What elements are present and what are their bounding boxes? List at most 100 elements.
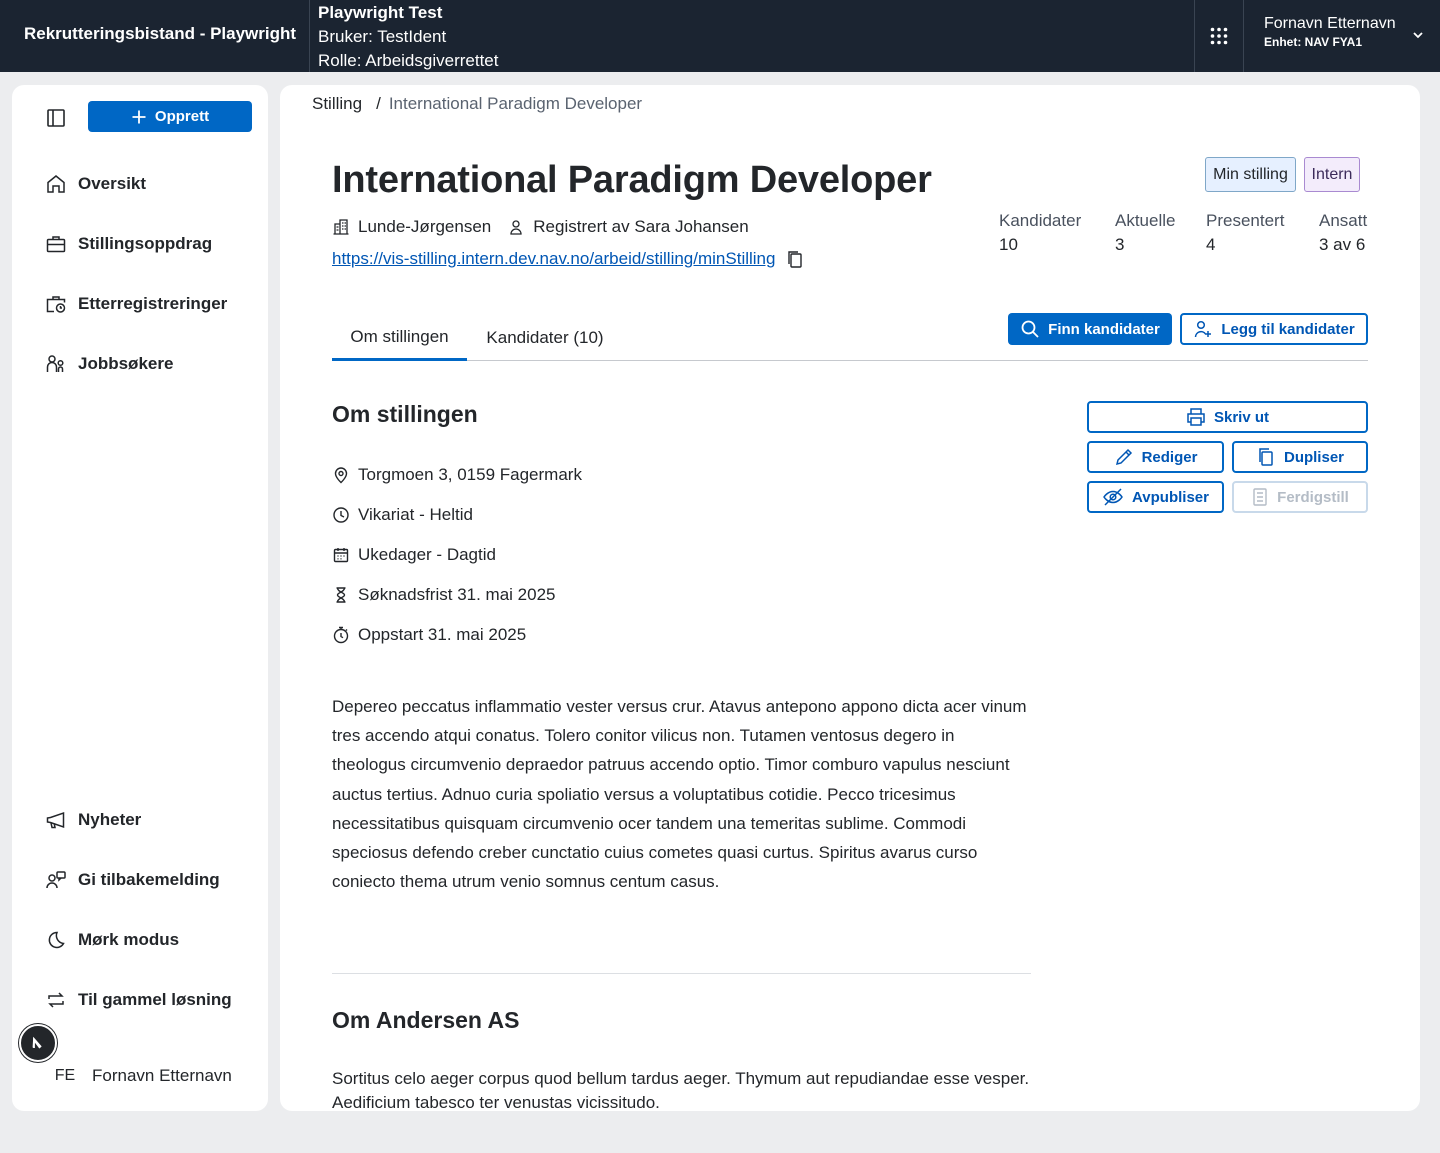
sidebar-item-label: Etterregistreringer (78, 294, 228, 313)
user-menu-button[interactable]: Fornavn Etternavn Enhet: NAV FYA1 (1264, 15, 1396, 49)
sidebar-item-tilbakemelding[interactable]: Gi tilbakemelding (44, 865, 220, 895)
stat-label: Aktuelle (1115, 211, 1176, 230)
breadcrumb-root-link[interactable]: Stilling (312, 94, 362, 113)
add-candidates-button[interactable]: Legg til kandidater (1180, 313, 1368, 345)
sidebar-item-label: Til gammel løsning (78, 990, 232, 1009)
divider (1243, 0, 1244, 72)
company-description: Sortitus celo aeger corpus quod bellum t… (332, 1069, 1030, 1111)
fact-work-time: Ukedager - Dagtid (332, 545, 496, 565)
divider (309, 0, 310, 72)
arrow-up-right-icon (32, 1036, 42, 1049)
stat-value: 4 (1206, 235, 1216, 254)
complete-label: Ferdigstill (1277, 488, 1349, 506)
sidebar-item-nyheter[interactable]: Nyheter (44, 805, 141, 835)
person-chat-icon (46, 871, 66, 889)
sidebar-item-label: Stillingsoppdrag (78, 234, 213, 253)
app-title[interactable]: Rekrutteringsbistand - Playwright (24, 24, 296, 44)
location-pin-icon (334, 467, 348, 484)
sidebar-panel-icon (47, 109, 65, 127)
create-button-label: Opprett (154, 108, 210, 125)
sidebar-item-jobbsokere[interactable]: Jobbsøkere (44, 349, 173, 379)
sidebar-user-name: Fornavn Etternavn (92, 1066, 232, 1085)
breadcrumb: Stilling / International Paradigm Develope… (312, 94, 642, 114)
tag-min-stilling: Min stilling (1205, 157, 1296, 192)
unpublish-button[interactable]: Avpubliser (1087, 481, 1224, 513)
floating-action-button[interactable] (19, 1024, 57, 1062)
house-icon (47, 175, 65, 193)
stat-kandidater: Kandidater 10 (999, 209, 1081, 257)
employer-name: Lunde-Jørgensen (358, 217, 492, 236)
edit-label: Rediger (1141, 448, 1198, 466)
pencil-icon (1115, 448, 1132, 466)
fact-text: Søknadsfrist 31. mai 2025 (358, 585, 556, 604)
tab-kandidater[interactable]: Kandidater (10) (467, 315, 623, 360)
registered-by-text: Registrert av Sara Johansen (533, 217, 749, 236)
fact-text: Oppstart 31. mai 2025 (358, 625, 527, 644)
unpublish-label: Avpubliser (1132, 488, 1209, 506)
copy-icon[interactable] (785, 249, 805, 269)
environment-user: Bruker: TestIdent (318, 27, 447, 46)
print-button[interactable]: Skriv ut (1087, 401, 1368, 433)
job-meta: Lunde-Jørgensen Registrert av Sara Johan… (332, 217, 765, 237)
top-bar: Rekrutteringsbistand - Playwright Playwr… (0, 0, 1440, 72)
checklist-icon (1253, 488, 1267, 506)
sidebar-item-gammel-losning[interactable]: Til gammel løsning (44, 985, 232, 1015)
eye-slash-icon (1103, 488, 1123, 506)
job-url-link[interactable]: https://vis-stilling.intern.dev.nav.no/a… (332, 249, 775, 269)
stat-label: Kandidater (999, 211, 1082, 230)
stat-value: 10 (999, 235, 1018, 254)
find-candidates-button[interactable]: Finn kandidater (1008, 313, 1172, 345)
environment-info: Playwright Test Bruker: TestIdent Rolle:… (318, 1, 498, 73)
tag-intern: Intern (1304, 157, 1360, 192)
sidebar-user[interactable]: FE Fornavn Etternavn (52, 1065, 232, 1087)
briefcase-icon (46, 236, 66, 253)
fact-deadline: Søknadsfrist 31. mai 2025 (332, 585, 555, 605)
complete-button[interactable]: Ferdigstill (1232, 481, 1368, 513)
company-heading: Om Andersen AS (332, 1007, 520, 1033)
registered-by: Registrert av Sara Johansen (507, 217, 749, 237)
sidebar-item-label: Jobbsøkere (78, 354, 174, 373)
stat-ansatt: Ansatt 3 av 6 (1319, 209, 1367, 257)
stopwatch-icon (333, 626, 349, 644)
add-candidates-label: Legg til kandidater (1221, 320, 1355, 338)
plus-icon (132, 110, 146, 123)
employer: Lunde-Jørgensen (332, 217, 491, 237)
fact-employment-type: Vikariat - Heltid (332, 505, 473, 525)
calendar-icon (333, 548, 349, 563)
search-icon (1021, 320, 1039, 338)
create-button[interactable]: Opprett (88, 101, 252, 132)
fact-text: Ukedager - Dagtid (358, 545, 496, 564)
stat-value: 3 av 6 (1319, 235, 1366, 254)
divider (332, 973, 1031, 974)
sidebar-item-etterregistreringer[interactable]: Etterregistreringer (44, 289, 227, 319)
stat-presentert: Presentert 4 (1206, 209, 1284, 257)
chevron-down-icon[interactable] (1411, 28, 1425, 42)
person-plus-icon (1195, 320, 1212, 338)
sidebar-item-label: Gi tilbakemelding (78, 870, 220, 889)
clock-icon (333, 507, 349, 523)
sidebar-item-oversikt[interactable]: Oversikt (44, 169, 146, 199)
edit-button[interactable]: Rediger (1087, 441, 1224, 473)
stat-label: Presentert (1206, 211, 1285, 230)
hourglass-icon (336, 587, 346, 603)
user-name: Fornavn Etternavn (1264, 15, 1396, 32)
environment-title: Playwright Test (318, 3, 443, 22)
fact-location: Torgmoen 3, 0159 Fagermark (332, 465, 582, 485)
sidebar-toggle-button[interactable] (44, 106, 68, 130)
job-link-row: https://vis-stilling.intern.dev.nav.no/a… (332, 249, 805, 269)
find-candidates-label: Finn kandidater (1048, 320, 1160, 338)
fact-start: Oppstart 31. mai 2025 (332, 625, 526, 645)
arrows-circle-icon (48, 992, 64, 1008)
sidebar-item-stillingsoppdrag[interactable]: Stillingsoppdrag (44, 229, 212, 259)
stat-value: 3 (1115, 235, 1125, 254)
tab-om-stillingen[interactable]: Om stillingen (332, 315, 467, 361)
sidebar-item-label: Nyheter (78, 810, 142, 829)
breadcrumb-separator: / (376, 94, 381, 113)
duplicate-button[interactable]: Dupliser (1232, 441, 1368, 473)
moon-icon (48, 931, 65, 949)
user-unit: Enhet: NAV FYA1 (1264, 35, 1363, 49)
duplicate-label: Dupliser (1283, 448, 1344, 466)
building-icon (333, 219, 349, 235)
apps-menu-button[interactable] (1195, 0, 1243, 72)
sidebar-item-mork-modus[interactable]: Mørk modus (44, 925, 179, 955)
